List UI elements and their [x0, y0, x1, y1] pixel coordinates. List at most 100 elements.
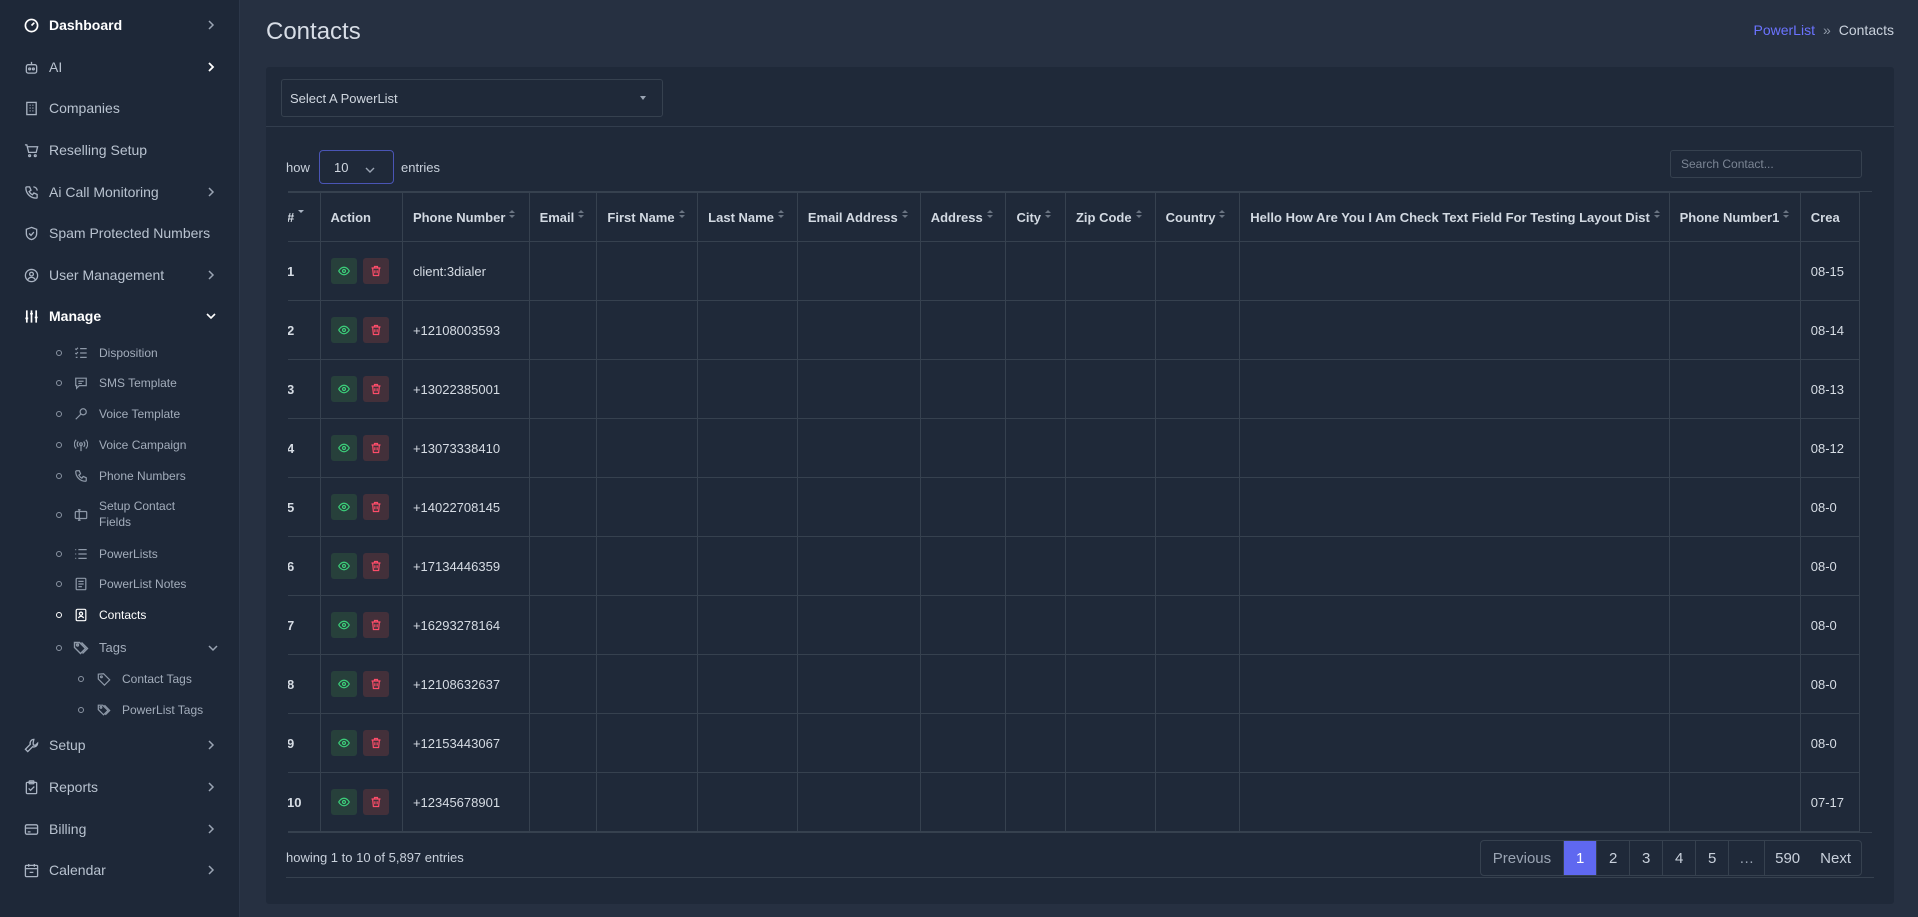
- delete-contact-button[interactable]: [362, 612, 389, 638]
- phone-call-icon: [22, 183, 40, 201]
- view-contact-button[interactable]: [330, 435, 357, 461]
- empty-cell: [1064, 359, 1156, 419]
- phone-number-value: +14022708145: [412, 499, 501, 515]
- empty-cell: [796, 595, 921, 655]
- sidebar-subitem-setup-contact-fields[interactable]: Setup Contact Fields: [0, 497, 240, 533]
- empty-cell: [796, 300, 921, 360]
- pagination-previous[interactable]: Previous: [1481, 841, 1565, 875]
- sidebar-subitem-powerlist-tags[interactable]: PowerList Tags: [0, 701, 240, 719]
- delete-contact-button[interactable]: [362, 376, 389, 402]
- eye-icon: [337, 443, 350, 453]
- page-size-select[interactable]: 10: [319, 150, 394, 184]
- empty-cell: [1064, 772, 1156, 832]
- column-header-label: Country: [1165, 209, 1216, 225]
- breadcrumb-link-powerlist[interactable]: PowerList: [1753, 22, 1814, 38]
- pagination-next[interactable]: Next: [1810, 841, 1861, 875]
- sidebar-item-manage[interactable]: Manage: [0, 298, 240, 334]
- view-contact-button[interactable]: [330, 730, 357, 756]
- column-header[interactable]: #: [288, 192, 321, 242]
- created-value: 08-0: [1810, 558, 1837, 574]
- sidebar-item-ai[interactable]: AI: [0, 49, 240, 85]
- sidebar-item-label: Spam Protected Numbers: [49, 225, 211, 241]
- sidebar-subitem-disposition[interactable]: Disposition: [0, 344, 240, 362]
- sidebar-subitem-powerlist-notes[interactable]: PowerList Notes: [0, 575, 240, 593]
- sidebar-item-setup[interactable]: Setup: [0, 727, 240, 763]
- sidebar-subitem-contacts[interactable]: Contacts: [0, 606, 240, 624]
- sidebar-item-ai-call-monitoring[interactable]: Ai Call Monitoring: [0, 174, 240, 210]
- column-header-label: Address: [930, 209, 983, 225]
- page-size-value: 10: [334, 159, 349, 175]
- column-header[interactable]: Phone Number1: [1668, 192, 1801, 242]
- view-contact-button[interactable]: [330, 317, 357, 343]
- sidebar-subitem-tags[interactable]: Tags: [0, 638, 240, 658]
- sidebar-subitem-contact-tags[interactable]: Contact Tags: [0, 670, 240, 688]
- column-header[interactable]: Email Address: [796, 192, 921, 242]
- powerlist-select[interactable]: Select A PowerList: [281, 79, 663, 117]
- column-header[interactable]: Action: [319, 192, 403, 242]
- pagination-page[interactable]: 3: [1630, 841, 1664, 875]
- delete-contact-button[interactable]: [362, 317, 389, 343]
- empty-cell: [1154, 713, 1241, 773]
- phone-number-value: +13073338410: [412, 440, 501, 456]
- view-contact-button[interactable]: [330, 612, 357, 638]
- row-number: 4: [288, 418, 321, 478]
- pagination-pages: 1 2 3 4 5… 590: [1564, 841, 1810, 875]
- column-header[interactable]: Hello How Are You I Am Check Text Field …: [1239, 192, 1670, 242]
- delete-contact-button[interactable]: [362, 435, 389, 461]
- row-number: 10: [288, 772, 321, 832]
- sidebar-item-calendar[interactable]: Calendar: [0, 852, 240, 888]
- chevron-down-icon: [365, 162, 375, 177]
- view-contact-button[interactable]: [330, 789, 357, 815]
- column-header[interactable]: First Name: [596, 192, 699, 242]
- sidebar-item-dashboard[interactable]: Dashboard: [0, 7, 240, 43]
- sidebar-item-companies[interactable]: Companies: [0, 90, 240, 126]
- bullet-icon: [78, 707, 84, 713]
- column-header[interactable]: Address: [919, 192, 1007, 242]
- delete-contact-button[interactable]: [362, 494, 389, 520]
- pagination-page[interactable]: 4: [1663, 841, 1697, 875]
- sidebar-subitem-phone-numbers[interactable]: Phone Numbers: [0, 467, 240, 485]
- view-contact-button[interactable]: [330, 494, 357, 520]
- sidebar-item-user-management[interactable]: User Management: [0, 257, 240, 293]
- column-header[interactable]: Last Name: [697, 192, 798, 242]
- sort-icon: [578, 210, 585, 218]
- sidebar-item-billing[interactable]: Billing: [0, 811, 240, 847]
- pagination-page[interactable]: 590: [1765, 841, 1810, 875]
- row-number: 6: [288, 536, 321, 596]
- sidebar-item-reports[interactable]: Reports: [0, 769, 240, 805]
- search-contact-input[interactable]: [1670, 150, 1862, 178]
- sidebar-subitem-powerlists[interactable]: PowerLists: [0, 545, 240, 563]
- delete-contact-button[interactable]: [362, 258, 389, 284]
- view-contact-button[interactable]: [330, 553, 357, 579]
- sidebar-subitem-voice-campaign[interactable]: Voice Campaign: [0, 436, 240, 454]
- column-header[interactable]: City: [1005, 192, 1066, 242]
- empty-cell: [596, 418, 699, 478]
- pagination-page[interactable]: 5: [1696, 841, 1730, 875]
- row-actions: [319, 418, 403, 478]
- empty-cell: [1154, 300, 1241, 360]
- view-contact-button[interactable]: [330, 671, 357, 697]
- delete-contact-button[interactable]: [362, 730, 389, 756]
- sidebar-item-label: Reports: [49, 779, 99, 795]
- pagination-page[interactable]: 1: [1564, 841, 1598, 875]
- delete-contact-button[interactable]: [362, 553, 389, 579]
- sidebar-subitem-voice-template[interactable]: Voice Template: [0, 405, 240, 423]
- sidebar-subitem-sms-template[interactable]: SMS Template: [0, 374, 240, 392]
- column-header[interactable]: Country: [1154, 192, 1241, 242]
- view-contact-button[interactable]: [330, 376, 357, 402]
- view-contact-button[interactable]: [330, 258, 357, 284]
- column-header[interactable]: Email: [528, 192, 598, 242]
- column-header[interactable]: Phone Number: [401, 192, 530, 242]
- column-header-label: Crea: [1810, 209, 1840, 225]
- delete-contact-button[interactable]: [362, 789, 389, 815]
- pagination-page[interactable]: 2: [1597, 841, 1631, 875]
- delete-contact-button[interactable]: [362, 671, 389, 697]
- contacts-table-wrap[interactable]: # Action Phone Number Email First Name Last N…: [288, 191, 1872, 833]
- sort-icon: [678, 210, 685, 218]
- column-header[interactable]: Zip Code: [1064, 192, 1156, 242]
- bullet-icon: [56, 612, 62, 618]
- sidebar-item-reselling-setup[interactable]: Reselling Setup: [0, 132, 240, 168]
- column-header[interactable]: Crea: [1799, 192, 1861, 242]
- sidebar-item-spam-protected-numbers[interactable]: Spam Protected Numbers: [0, 215, 240, 251]
- chevron-right-icon: [206, 270, 216, 280]
